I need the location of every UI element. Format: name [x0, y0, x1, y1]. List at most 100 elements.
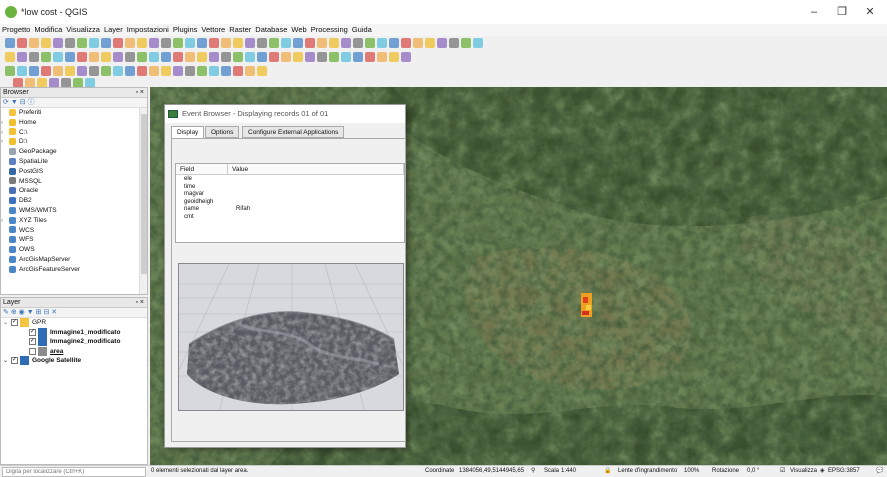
attribute-row[interactable]: name Rifah	[176, 206, 404, 214]
column-header-value[interactable]: Value	[228, 164, 404, 175]
menu-modifica[interactable]: Modifica	[32, 24, 64, 36]
toolbar-tool-icon[interactable]	[257, 66, 267, 76]
toolbar-tool-icon[interactable]	[233, 52, 243, 62]
browser-item[interactable]: › C:\	[1, 128, 147, 138]
toolbar-tool-icon[interactable]	[329, 52, 339, 62]
toolbar-tool-icon[interactable]	[77, 38, 87, 48]
toolbar-tool-icon[interactable]	[353, 38, 363, 48]
toolbar-tool-icon[interactable]	[449, 38, 459, 48]
toolbar-tool-icon[interactable]	[341, 52, 351, 62]
toolbar-tool-icon[interactable]	[185, 38, 195, 48]
menu-processing[interactable]: Processing	[309, 24, 350, 36]
toolbar-tool-icon[interactable]	[185, 52, 195, 62]
toolbar-tool-icon[interactable]	[329, 38, 339, 48]
toolbar-tool-icon[interactable]	[125, 38, 135, 48]
attribute-row[interactable]: magvar	[176, 191, 404, 199]
browser-item[interactable]: GeoPackage	[1, 147, 147, 157]
toolbar-tool-icon[interactable]	[77, 66, 87, 76]
attribute-row[interactable]: geoidheigh	[176, 199, 404, 207]
browser-item[interactable]: › Home	[1, 118, 147, 128]
toolbar-tool-icon[interactable]	[113, 38, 123, 48]
toolbar-tool-icon[interactable]	[113, 66, 123, 76]
render-checkbox[interactable]: ☑	[780, 466, 785, 477]
toolbar-tool-icon[interactable]	[53, 38, 63, 48]
layer-item[interactable]: ✓ Immagine2_modificato	[1, 337, 147, 347]
layer-visibility-checkbox[interactable]	[29, 347, 36, 355]
browser-item[interactable]: ArcGisMapServer	[1, 255, 147, 265]
toolbar-tool-icon[interactable]	[233, 66, 243, 76]
menu-layer[interactable]: Layer	[102, 24, 125, 36]
toolbar-tool-icon[interactable]	[29, 66, 39, 76]
toolbar-tool-icon[interactable]	[173, 52, 183, 62]
toolbar-tool-icon[interactable]	[209, 52, 219, 62]
menu-plugins[interactable]: Plugins	[171, 24, 200, 36]
layer-item[interactable]: ⌄ ✓ Google Satellite	[1, 356, 147, 366]
layer-visibility-checkbox[interactable]: ✓	[11, 357, 18, 364]
layer-item[interactable]: area	[1, 346, 147, 357]
filter-legend-icon[interactable]: ▼	[27, 309, 34, 316]
toolbar-tool-icon[interactable]	[341, 38, 351, 48]
browser-item[interactable]: OWS	[1, 245, 147, 255]
browser-item[interactable]: ArcGisFeatureServer	[1, 265, 147, 275]
toolbar-tool-icon[interactable]	[17, 66, 27, 76]
browser-item[interactable]: › D:\	[1, 137, 147, 147]
scale-value[interactable]: 1:440	[561, 466, 576, 477]
toolbar-tool-icon[interactable]	[461, 38, 471, 48]
browser-item[interactable]: WMS/WMTS	[1, 206, 147, 216]
magnifier-value[interactable]: 100%	[684, 466, 699, 477]
toolbar-tool-icon[interactable]	[29, 52, 39, 62]
tab-options[interactable]: Options	[205, 126, 240, 138]
attribute-row[interactable]: ele	[176, 176, 404, 184]
toolbar-tool-icon[interactable]	[101, 66, 111, 76]
toolbar-tool-icon[interactable]	[53, 66, 63, 76]
toolbar-tool-icon[interactable]	[209, 38, 219, 48]
browser-item[interactable]: › XYZ Tiles	[1, 216, 147, 226]
coordinate-value[interactable]: 1384056,49,5144945,65	[459, 466, 524, 477]
toolbar-tool-icon[interactable]	[221, 38, 231, 48]
column-header-field[interactable]: Field	[176, 164, 228, 175]
toolbar-tool-icon[interactable]	[257, 38, 267, 48]
toolbar-tool-icon[interactable]	[17, 38, 27, 48]
layer-visibility-checkbox[interactable]: ✓	[29, 328, 36, 336]
toolbar-tool-icon[interactable]	[413, 38, 423, 48]
toolbar-tool-icon[interactable]	[353, 52, 363, 62]
toolbar-tool-icon[interactable]	[245, 52, 255, 62]
toolbar-tool-icon[interactable]	[389, 52, 399, 62]
menu-database[interactable]: Database	[253, 24, 289, 36]
maximize-button[interactable]: ❐	[830, 4, 854, 20]
browser-item[interactable]: Oracle	[1, 186, 147, 196]
toolbar-tool-icon[interactable]	[89, 52, 99, 62]
toolbar-tool-icon[interactable]	[185, 66, 195, 76]
toolbar-tool-icon[interactable]	[149, 66, 159, 76]
browser-item[interactable]: PostGIS	[1, 167, 147, 177]
toolbar-tool-icon[interactable]	[65, 66, 75, 76]
minimize-button[interactable]: –	[802, 4, 826, 20]
browser-item[interactable]: DB2	[1, 196, 147, 206]
collapse-icon[interactable]: ⊟	[20, 99, 26, 106]
browser-item[interactable]: WCS	[1, 226, 147, 236]
layer-visibility-checkbox[interactable]: ✓	[29, 338, 36, 345]
toolbar-tool-icon[interactable]	[77, 52, 87, 62]
layer-visibility-checkbox[interactable]: ✓	[11, 319, 18, 326]
toolbar-tool-icon[interactable]	[257, 52, 267, 62]
toolbar-tool-icon[interactable]	[281, 52, 291, 62]
toolbar-tool-icon[interactable]	[389, 38, 399, 48]
toolbar-tool-icon[interactable]	[161, 66, 171, 76]
browser-item[interactable]: MSSQL	[1, 177, 147, 187]
attribute-row[interactable]: time	[176, 184, 404, 192]
toolbar-tool-icon[interactable]	[425, 38, 435, 48]
toolbar-tool-icon[interactable]	[197, 66, 207, 76]
toolbar-tool-icon[interactable]	[41, 38, 51, 48]
toolbar-tool-icon[interactable]	[125, 66, 135, 76]
rotation-value[interactable]: 0,0 °	[747, 466, 759, 477]
toolbar-tool-icon[interactable]	[89, 66, 99, 76]
browser-item[interactable]: Preferiti	[1, 108, 147, 118]
toolbar-tool-icon[interactable]	[281, 38, 291, 48]
toolbar-tool-icon[interactable]	[317, 52, 327, 62]
toolbar-tool-icon[interactable]	[5, 52, 15, 62]
toolbar-tool-icon[interactable]	[125, 52, 135, 62]
toolbar-tool-icon[interactable]	[65, 52, 75, 62]
menu-visualizza[interactable]: Visualizza	[64, 24, 102, 36]
locator-search-input[interactable]	[2, 467, 146, 477]
toolbar-tool-icon[interactable]	[53, 52, 63, 62]
